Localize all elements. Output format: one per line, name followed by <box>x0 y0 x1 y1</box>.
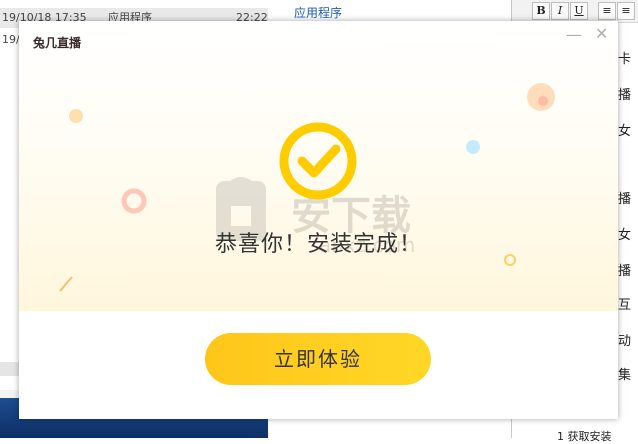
editor-line: 女 <box>618 228 632 243</box>
editor-bottom-text: 1 获取安装 <box>557 430 612 443</box>
editor-line: 播 <box>618 264 632 279</box>
editor-line: 播 <box>618 88 632 103</box>
bold-button[interactable]: B <box>532 2 550 20</box>
decor-wand-icon <box>59 276 73 292</box>
success-check-icon <box>279 122 357 200</box>
underline-button[interactable]: U <box>570 2 588 20</box>
file-date-2: 19/ <box>2 33 20 46</box>
dialog-hero: 兔几直播 — ✕ 安下载 anxz.com 恭喜你！安装完成！ <box>19 21 618 311</box>
decor-balloon-icon <box>527 83 555 111</box>
try-now-button[interactable]: 立即体验 <box>205 333 431 385</box>
minimize-button[interactable]: — <box>566 25 582 44</box>
decor-ring-icon <box>121 188 147 214</box>
decor-bubble-icon <box>466 140 480 154</box>
editor-line: 女 <box>618 124 632 139</box>
install-success-text: 恭喜你！安装完成！ <box>214 232 422 257</box>
editor-line: 动 <box>618 334 632 349</box>
editor-line: 集 <box>618 368 632 383</box>
editor-toolbar: B I U ≡ ≡ <box>512 0 638 23</box>
italic-button[interactable]: I <box>551 2 569 20</box>
editor-line: 播 <box>618 192 632 207</box>
app-type-link[interactable]: 应用程序 <box>294 4 342 21</box>
align-center-icon[interactable]: ≡ <box>617 2 635 20</box>
close-button[interactable]: ✕ <box>595 24 608 43</box>
editor-line: 互 <box>618 298 632 313</box>
align-left-icon[interactable]: ≡ <box>598 2 616 20</box>
decor-bubble-icon <box>69 109 83 123</box>
install-complete-dialog: 兔几直播 — ✕ 安下载 anxz.com 恭喜你！安装完成！ 立即体验 <box>19 21 618 419</box>
app-logo: 兔几直播 <box>33 36 82 50</box>
editor-line: 卡 <box>618 52 632 67</box>
